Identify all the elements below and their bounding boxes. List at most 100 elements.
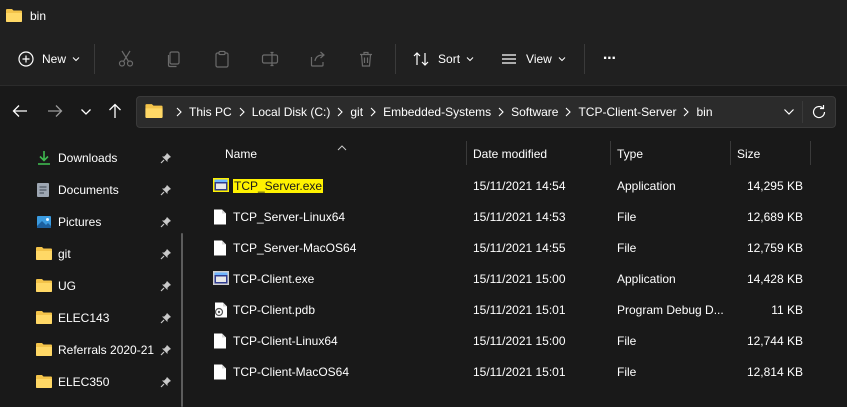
cut-button[interactable] [109, 43, 143, 75]
sidebar-item-documents[interactable]: Documents [0, 175, 186, 205]
breadcrumb-software[interactable]: Software [511, 105, 558, 119]
command-bar: New Sort View ··· [0, 32, 847, 86]
file-icon [213, 333, 227, 352]
file-row[interactable]: TCP-Client-MacOS64 15/11/2021 15:01 File… [190, 356, 847, 387]
sort-button[interactable]: Sort [404, 43, 482, 75]
sidebar-item-elec350[interactable]: ELEC350 [0, 367, 186, 397]
delete-button[interactable] [349, 43, 383, 75]
file-name: TCP-Client.pdb [233, 303, 316, 317]
sort-label: Sort [438, 51, 461, 66]
share-button[interactable] [301, 43, 335, 75]
file-size: 12,759 KB [746, 241, 803, 255]
pictures-icon [36, 214, 52, 233]
view-button[interactable]: View [492, 43, 574, 75]
column-header-size[interactable]: Size [731, 138, 810, 168]
file-row[interactable]: TCP_Server-MacOS64 15/11/2021 14:55 File… [190, 232, 847, 263]
toolbar-separator [583, 43, 585, 74]
plus-circle-icon [18, 50, 34, 67]
breadcrumb-embedded-systems[interactable]: Embedded-Systems [383, 105, 491, 119]
more-label: ··· [602, 49, 617, 67]
chevron-right-icon [169, 107, 189, 117]
breadcrumb-tcp-client-server[interactable]: TCP-Client-Server [578, 105, 676, 119]
sidebar-item-pictures[interactable]: Pictures [0, 207, 186, 237]
file-icon [213, 364, 227, 383]
copy-button[interactable] [157, 43, 191, 75]
scissors-icon [117, 50, 135, 68]
refresh-icon[interactable] [811, 104, 827, 123]
file-name: TCP-Client-Linux64 [233, 334, 338, 348]
pin-icon [160, 376, 172, 391]
more-options-button[interactable]: ··· [595, 43, 624, 75]
sidebar-scrollbar[interactable] [181, 233, 183, 407]
toolbar-separator [395, 43, 397, 74]
file-size: 11 KB [771, 303, 803, 317]
file-row[interactable]: TCP-Client.exe 15/11/2021 15:00 Applicat… [190, 263, 847, 294]
file-type: Application [617, 272, 676, 286]
column-header-date[interactable]: Date modified [467, 138, 610, 168]
view-label: View [526, 51, 552, 66]
chevron-right-icon [363, 107, 383, 117]
sidebar-item-label: Downloads [58, 151, 118, 165]
folder-icon [145, 103, 163, 121]
forward-button[interactable] [40, 97, 70, 127]
breadcrumb-git[interactable]: git [350, 105, 363, 119]
breadcrumb-this-pc[interactable]: This PC [189, 105, 232, 119]
sidebar-item-downloads[interactable]: Downloads [0, 143, 186, 173]
chevron-right-icon [491, 107, 511, 117]
chevron-right-icon [558, 107, 578, 117]
paste-button[interactable] [205, 43, 239, 75]
new-button[interactable]: New [10, 43, 88, 75]
pdb-icon [213, 302, 229, 321]
sidebar-item-ug[interactable]: UG [0, 271, 186, 301]
file-name: TCP-Client.exe [233, 272, 315, 286]
app-icon [213, 178, 229, 195]
column-header-label: Name [225, 147, 258, 161]
column-header-label: Type [617, 147, 644, 161]
column-header-name[interactable]: Name [190, 138, 466, 168]
view-list-icon [500, 50, 518, 68]
breadcrumb-local-disk[interactable]: Local Disk (C:) [252, 105, 331, 119]
column-divider[interactable] [810, 141, 811, 165]
rename-button[interactable] [253, 43, 287, 75]
pin-icon [160, 216, 172, 231]
file-name: TCP_Server-Linux64 [233, 210, 346, 224]
address-bar[interactable]: This PC Local Disk (C:) git Embedded-Sys… [136, 96, 836, 128]
documents-icon [36, 182, 50, 201]
sidebar-item-label: Pictures [58, 215, 102, 229]
address-history-chevron-icon[interactable] [783, 105, 795, 122]
file-size: 12,689 KB [746, 210, 803, 224]
sidebar-item-git[interactable]: git [0, 239, 186, 269]
back-button[interactable] [5, 97, 35, 127]
breadcrumb-bin[interactable]: bin [696, 105, 712, 119]
column-header-type[interactable]: Type [611, 138, 730, 168]
file-icon [213, 209, 227, 228]
pin-icon [160, 280, 172, 295]
recent-locations-button[interactable] [71, 97, 101, 127]
sidebar-item-referrals[interactable]: Referrals 2020-21 [0, 335, 186, 365]
file-row[interactable]: TCP_Server-Linux64 15/11/2021 14:53 File… [190, 201, 847, 232]
folder-icon [36, 278, 52, 295]
file-row[interactable]: TCP_Server.exe 15/11/2021 14:54 Applicat… [190, 170, 847, 201]
file-date: 15/11/2021 15:00 [473, 334, 566, 348]
file-type: File [617, 210, 637, 224]
up-button[interactable] [100, 97, 130, 127]
column-header-label: Size [737, 147, 761, 161]
breadcrumb: This PC Local Disk (C:) git Embedded-Sys… [145, 103, 713, 121]
file-size: 12,814 KB [746, 365, 803, 379]
file-row[interactable]: TCP-Client.pdb 15/11/2021 15:01 Program … [190, 294, 847, 325]
file-type: File [617, 334, 637, 348]
file-size: 14,295 KB [746, 179, 803, 193]
pin-icon [160, 312, 172, 327]
rename-icon [261, 50, 279, 68]
chevron-right-icon [232, 107, 252, 117]
file-type: File [617, 241, 637, 255]
file-type: Program Debug D... [617, 303, 724, 317]
sidebar-item-elec143[interactable]: ELEC143 [0, 303, 186, 333]
file-date: 15/11/2021 14:53 [473, 210, 566, 224]
chevron-down-icon [72, 56, 80, 62]
file-row[interactable]: TCP-Client-Linux64 15/11/2021 15:00 File… [190, 325, 847, 356]
file-size: 12,744 KB [746, 334, 803, 348]
chevron-down-icon [80, 105, 92, 119]
copy-icon [165, 50, 183, 68]
folder-icon [36, 374, 52, 391]
